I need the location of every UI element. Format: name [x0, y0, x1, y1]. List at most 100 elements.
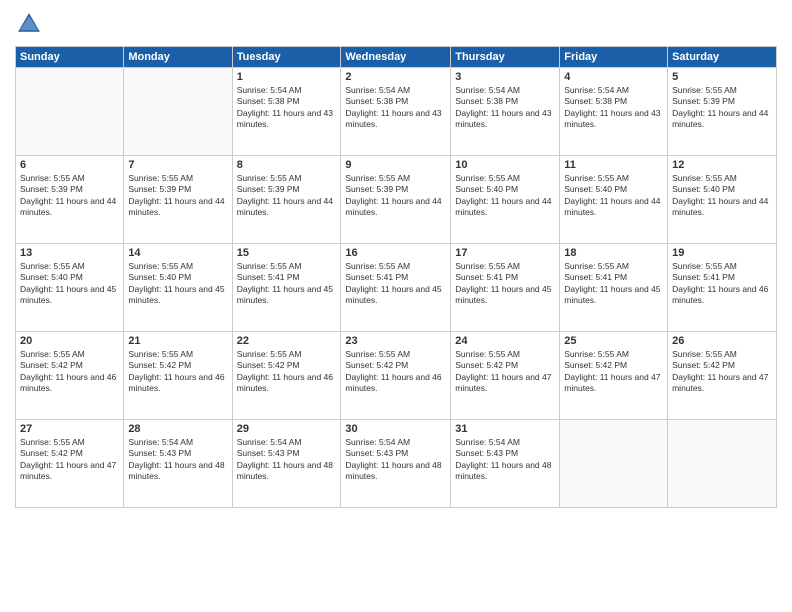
day-info: Sunrise: 5:54 AM Sunset: 5:43 PM Dayligh… [237, 437, 337, 483]
calendar-cell: 16 Sunrise: 5:55 AM Sunset: 5:41 PM Dayli… [341, 244, 451, 332]
calendar-cell: 24 Sunrise: 5:55 AM Sunset: 5:42 PM Dayli… [451, 332, 560, 420]
day-number: 6 [20, 159, 119, 171]
day-number: 7 [128, 159, 227, 171]
calendar-cell: 13 Sunrise: 5:55 AM Sunset: 5:40 PM Dayli… [16, 244, 124, 332]
day-number: 17 [455, 247, 555, 259]
calendar-week-3: 20Sunrise: 5:55 AM Sunset: 5:42 PM Dayli… [16, 332, 777, 420]
day-info: Sunrise: 5:55 AM Sunset: 5:41 PM Dayligh… [564, 261, 663, 307]
day-info: Sunrise: 5:55 AM Sunset: 5:40 PM Dayligh… [20, 261, 119, 307]
day-info: Sunrise: 5:55 AM Sunset: 5:42 PM Dayligh… [672, 349, 772, 395]
day-info: Sunrise: 5:55 AM Sunset: 5:39 PM Dayligh… [672, 85, 772, 131]
day-info: Sunrise: 5:54 AM Sunset: 5:38 PM Dayligh… [345, 85, 446, 131]
calendar-cell: 19 Sunrise: 5:55 AM Sunset: 5:41 PM Dayli… [668, 244, 777, 332]
day-number: 26 [672, 335, 772, 347]
day-number: 9 [345, 159, 446, 171]
day-info: Sunrise: 5:55 AM Sunset: 5:41 PM Dayligh… [672, 261, 772, 307]
calendar-cell: 27 Sunrise: 5:55 AM Sunset: 5:42 PM Dayli… [16, 420, 124, 508]
day-info: Sunrise: 5:54 AM Sunset: 5:38 PM Dayligh… [237, 85, 337, 131]
day-info: Sunrise: 5:55 AM Sunset: 5:42 PM Dayligh… [20, 437, 119, 483]
calendar-week-4: 27 Sunrise: 5:55 AM Sunset: 5:42 PM Dayli… [16, 420, 777, 508]
day-info: Sunrise: 5:55 AM Sunset: 5:42 PM Dayligh… [237, 349, 337, 395]
calendar-cell: 17 Sunrise: 5:55 AM Sunset: 5:41 PM Dayli… [451, 244, 560, 332]
calendar: SundayMondayTuesdayWednesdayThursdayFrid… [15, 46, 777, 508]
page: SundayMondayTuesdayWednesdayThursdayFrid… [0, 0, 792, 612]
calendar-cell [16, 68, 124, 156]
day-info: Sunrise: 5:54 AM Sunset: 5:43 PM Dayligh… [345, 437, 446, 483]
day-info: Sunrise: 5:55 AM Sunset: 5:40 PM Dayligh… [672, 173, 772, 219]
day-number: 30 [345, 423, 446, 435]
day-number: 4 [564, 71, 663, 83]
calendar-cell: 4 Sunrise: 5:54 AM Sunset: 5:38 PM Daylig… [560, 68, 668, 156]
day-number: 29 [237, 423, 337, 435]
day-number: 19 [672, 247, 772, 259]
logo-icon [15, 10, 43, 38]
calendar-cell: 23Sunrise: 5:55 AM Sunset: 5:42 PM Dayli… [341, 332, 451, 420]
day-number: 13 [20, 247, 119, 259]
day-number: 16 [345, 247, 446, 259]
calendar-cell: 18Sunrise: 5:55 AM Sunset: 5:41 PM Dayli… [560, 244, 668, 332]
calendar-cell: 30 Sunrise: 5:54 AM Sunset: 5:43 PM Dayli… [341, 420, 451, 508]
day-number: 2 [345, 71, 446, 83]
day-number: 21 [128, 335, 227, 347]
day-info: Sunrise: 5:55 AM Sunset: 5:41 PM Dayligh… [345, 261, 446, 307]
day-info: Sunrise: 5:54 AM Sunset: 5:43 PM Dayligh… [455, 437, 555, 483]
day-number: 10 [455, 159, 555, 171]
day-info: Sunrise: 5:55 AM Sunset: 5:39 PM Dayligh… [345, 173, 446, 219]
day-info: Sunrise: 5:55 AM Sunset: 5:40 PM Dayligh… [564, 173, 663, 219]
day-info: Sunrise: 5:54 AM Sunset: 5:38 PM Dayligh… [564, 85, 663, 131]
day-info: Sunrise: 5:55 AM Sunset: 5:40 PM Dayligh… [455, 173, 555, 219]
day-info: Sunrise: 5:55 AM Sunset: 5:41 PM Dayligh… [455, 261, 555, 307]
day-info: Sunrise: 5:55 AM Sunset: 5:42 PM Dayligh… [20, 349, 119, 395]
header [15, 10, 777, 38]
calendar-cell: 25 Sunrise: 5:55 AM Sunset: 5:42 PM Dayli… [560, 332, 668, 420]
day-number: 23 [345, 335, 446, 347]
day-number: 25 [564, 335, 663, 347]
calendar-header-monday: Monday [124, 47, 232, 68]
day-info: Sunrise: 5:55 AM Sunset: 5:39 PM Dayligh… [237, 173, 337, 219]
day-number: 31 [455, 423, 555, 435]
calendar-cell: 5 Sunrise: 5:55 AM Sunset: 5:39 PM Daylig… [668, 68, 777, 156]
day-info: Sunrise: 5:54 AM Sunset: 5:43 PM Dayligh… [128, 437, 227, 483]
calendar-header-sunday: Sunday [16, 47, 124, 68]
calendar-header-row: SundayMondayTuesdayWednesdayThursdayFrid… [16, 47, 777, 68]
logo [15, 10, 47, 38]
day-info: Sunrise: 5:55 AM Sunset: 5:40 PM Dayligh… [128, 261, 227, 307]
calendar-week-0: 1Sunrise: 5:54 AM Sunset: 5:38 PM Daylig… [16, 68, 777, 156]
calendar-cell [560, 420, 668, 508]
day-number: 14 [128, 247, 227, 259]
day-number: 24 [455, 335, 555, 347]
day-number: 8 [237, 159, 337, 171]
day-info: Sunrise: 5:55 AM Sunset: 5:39 PM Dayligh… [128, 173, 227, 219]
calendar-cell: 31 Sunrise: 5:54 AM Sunset: 5:43 PM Dayli… [451, 420, 560, 508]
calendar-cell: 9 Sunrise: 5:55 AM Sunset: 5:39 PM Daylig… [341, 156, 451, 244]
day-number: 5 [672, 71, 772, 83]
calendar-cell: 12 Sunrise: 5:55 AM Sunset: 5:40 PM Dayli… [668, 156, 777, 244]
day-number: 12 [672, 159, 772, 171]
calendar-cell: 20Sunrise: 5:55 AM Sunset: 5:42 PM Dayli… [16, 332, 124, 420]
calendar-header-thursday: Thursday [451, 47, 560, 68]
calendar-cell: 29 Sunrise: 5:54 AM Sunset: 5:43 PM Dayli… [232, 420, 341, 508]
day-info: Sunrise: 5:55 AM Sunset: 5:42 PM Dayligh… [564, 349, 663, 395]
calendar-cell: 6 Sunrise: 5:55 AM Sunset: 5:39 PM Daylig… [16, 156, 124, 244]
calendar-cell: 3Sunrise: 5:54 AM Sunset: 5:38 PM Daylig… [451, 68, 560, 156]
calendar-cell: 26 Sunrise: 5:55 AM Sunset: 5:42 PM Dayli… [668, 332, 777, 420]
day-info: Sunrise: 5:55 AM Sunset: 5:41 PM Dayligh… [237, 261, 337, 307]
day-info: Sunrise: 5:55 AM Sunset: 5:39 PM Dayligh… [20, 173, 119, 219]
day-number: 27 [20, 423, 119, 435]
day-info: Sunrise: 5:55 AM Sunset: 5:42 PM Dayligh… [128, 349, 227, 395]
day-info: Sunrise: 5:54 AM Sunset: 5:38 PM Dayligh… [455, 85, 555, 131]
day-number: 28 [128, 423, 227, 435]
calendar-cell [668, 420, 777, 508]
calendar-cell: 7 Sunrise: 5:55 AM Sunset: 5:39 PM Daylig… [124, 156, 232, 244]
calendar-cell: 1Sunrise: 5:54 AM Sunset: 5:38 PM Daylig… [232, 68, 341, 156]
calendar-cell: 15 Sunrise: 5:55 AM Sunset: 5:41 PM Dayli… [232, 244, 341, 332]
calendar-cell: 21 Sunrise: 5:55 AM Sunset: 5:42 PM Dayli… [124, 332, 232, 420]
calendar-header-wednesday: Wednesday [341, 47, 451, 68]
calendar-cell: 22Sunrise: 5:55 AM Sunset: 5:42 PM Dayli… [232, 332, 341, 420]
day-info: Sunrise: 5:55 AM Sunset: 5:42 PM Dayligh… [455, 349, 555, 395]
calendar-cell: 28 Sunrise: 5:54 AM Sunset: 5:43 PM Dayli… [124, 420, 232, 508]
calendar-week-1: 6 Sunrise: 5:55 AM Sunset: 5:39 PM Daylig… [16, 156, 777, 244]
day-number: 15 [237, 247, 337, 259]
calendar-cell [124, 68, 232, 156]
day-number: 11 [564, 159, 663, 171]
